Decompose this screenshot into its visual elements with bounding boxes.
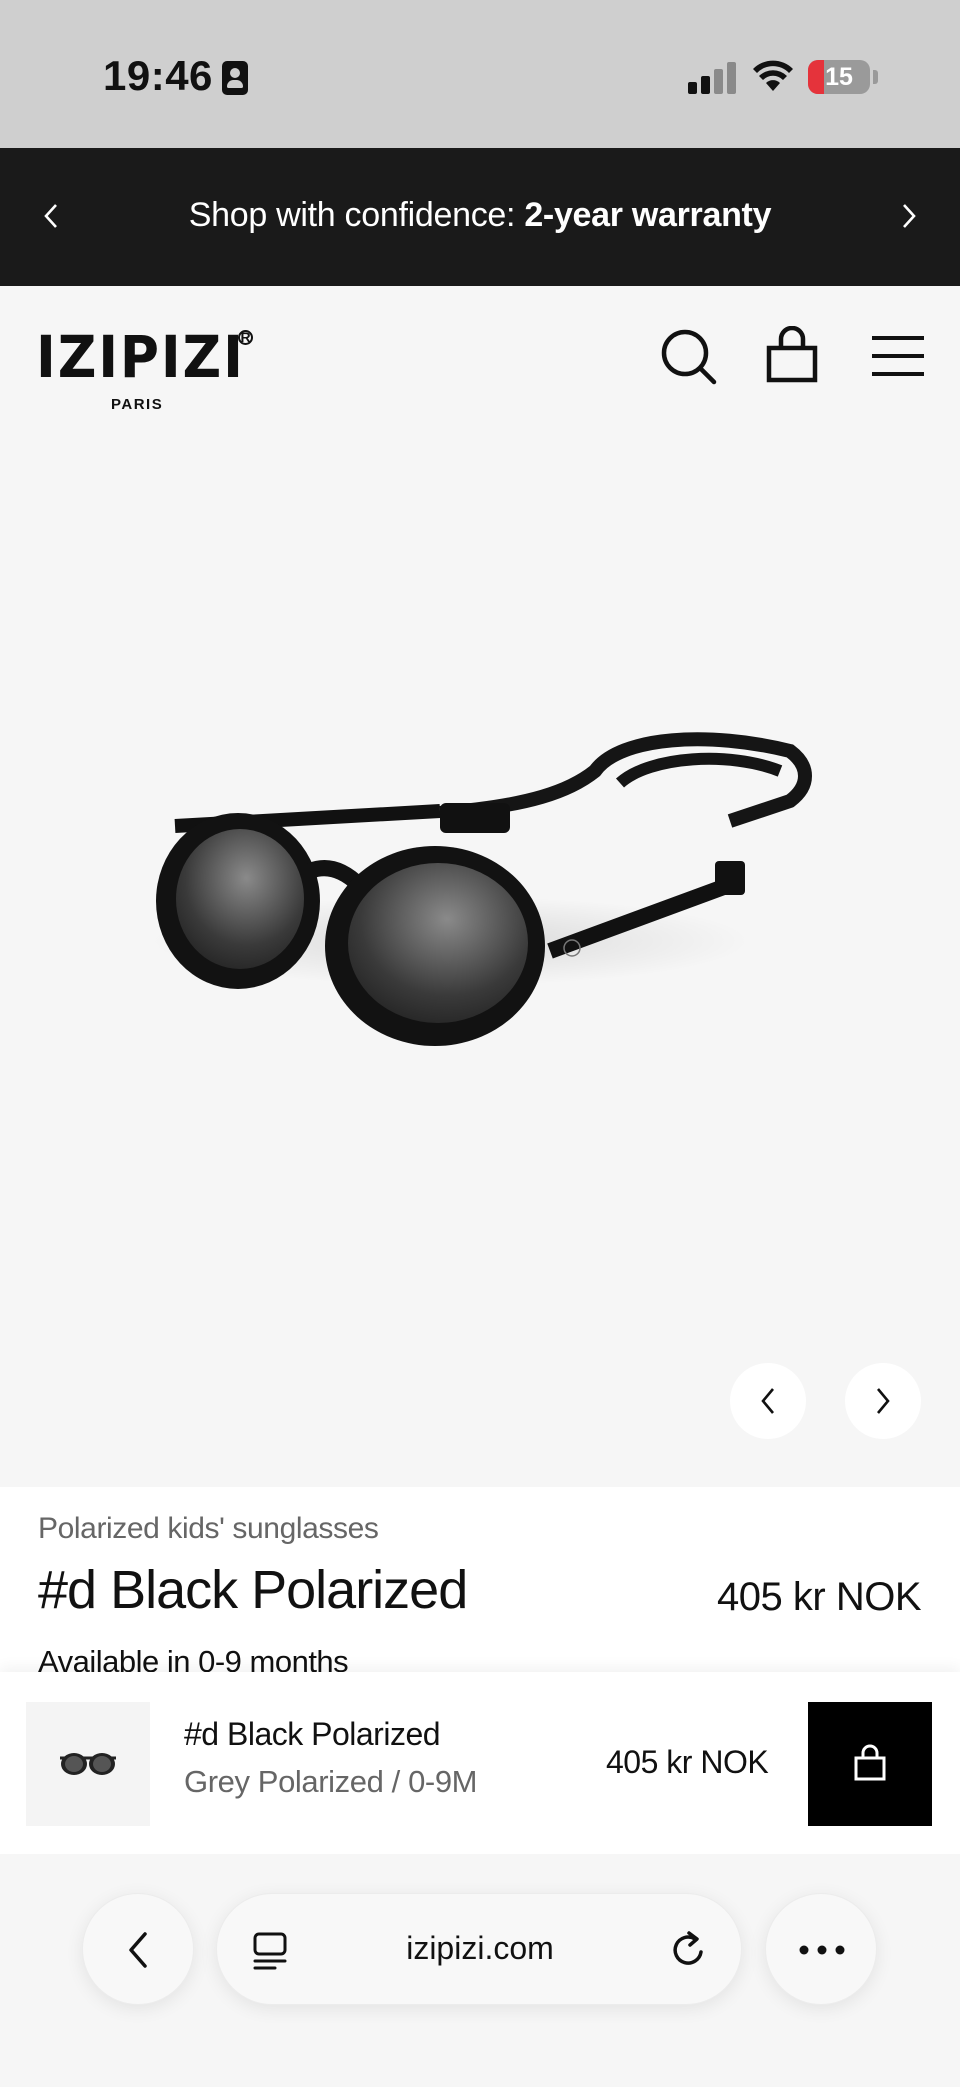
url-text[interactable]: izipizi.com bbox=[217, 1930, 743, 1967]
status-bar: 19:46 15 bbox=[0, 0, 960, 148]
reload-icon[interactable] bbox=[667, 1928, 711, 1972]
sunglasses-thumbnail-icon bbox=[60, 1753, 116, 1775]
promo-text: Shop with confidence: 2-year warranty bbox=[0, 196, 960, 235]
battery-level: 15 bbox=[825, 63, 853, 91]
brand-wordmark: IZIPIZI bbox=[36, 323, 245, 391]
gallery-prev-button[interactable] bbox=[730, 1363, 806, 1439]
promo-next-chevron-icon[interactable] bbox=[890, 198, 926, 234]
address-bar[interactable]: izipizi.com bbox=[216, 1893, 742, 2005]
product-image-gallery[interactable] bbox=[0, 431, 960, 1487]
add-to-cart-button[interactable] bbox=[808, 1702, 932, 1826]
sticky-product-name: #d Black Polarized bbox=[184, 1716, 441, 1752]
product-price: 405 kr NOK bbox=[717, 1575, 921, 1619]
chevron-left-icon bbox=[761, 1388, 774, 1414]
search-icon[interactable] bbox=[658, 326, 718, 386]
site-header: IZIPIZI R PARIS bbox=[0, 286, 960, 431]
back-arrow-icon bbox=[129, 1932, 147, 1968]
sticky-add-to-cart-bar: #d Black Polarized Grey Polarized / 0-9M… bbox=[0, 1672, 960, 1854]
chevron-right-icon bbox=[877, 1388, 890, 1414]
browser-back-button[interactable] bbox=[82, 1893, 194, 2005]
wifi-icon bbox=[753, 60, 793, 91]
battery-icon: 15 bbox=[808, 60, 870, 94]
product-category: Polarized kids' sunglasses bbox=[38, 1512, 379, 1545]
shopping-bag-icon[interactable] bbox=[763, 326, 823, 386]
product-thumbnail bbox=[26, 1702, 150, 1826]
registered-mark: R bbox=[238, 330, 253, 345]
brand-logo[interactable]: IZIPIZI R PARIS bbox=[36, 323, 263, 413]
product-info: Polarized kids' sunglasses #d Black Pola… bbox=[0, 1487, 960, 1679]
promo-text-bold: 2-year warranty bbox=[524, 196, 772, 234]
menu-hamburger-icon[interactable] bbox=[868, 326, 928, 386]
brand-city: PARIS bbox=[111, 396, 164, 413]
promo-banner: Shop with confidence: 2-year warranty bbox=[0, 148, 960, 286]
cellular-signal-icon bbox=[686, 60, 736, 94]
battery-tip bbox=[873, 70, 878, 84]
promo-text-regular: Shop with confidence: bbox=[188, 196, 525, 234]
contact-card-icon bbox=[222, 61, 248, 95]
product-image-sunglasses bbox=[150, 732, 812, 1046]
browser-toolbar: izipizi.com bbox=[0, 1854, 960, 2087]
product-title: #d Black Polarized bbox=[38, 1560, 468, 1620]
browser-more-button[interactable] bbox=[765, 1893, 877, 2005]
more-dots-icon bbox=[799, 1945, 845, 1955]
gallery-next-button[interactable] bbox=[845, 1363, 921, 1439]
sticky-product-price: 405 kr NOK bbox=[606, 1744, 769, 1780]
shopping-bag-icon bbox=[854, 1744, 886, 1781]
sticky-product-variant: Grey Polarized / 0-9M bbox=[184, 1764, 478, 1799]
status-time: 19:46 bbox=[103, 52, 213, 99]
